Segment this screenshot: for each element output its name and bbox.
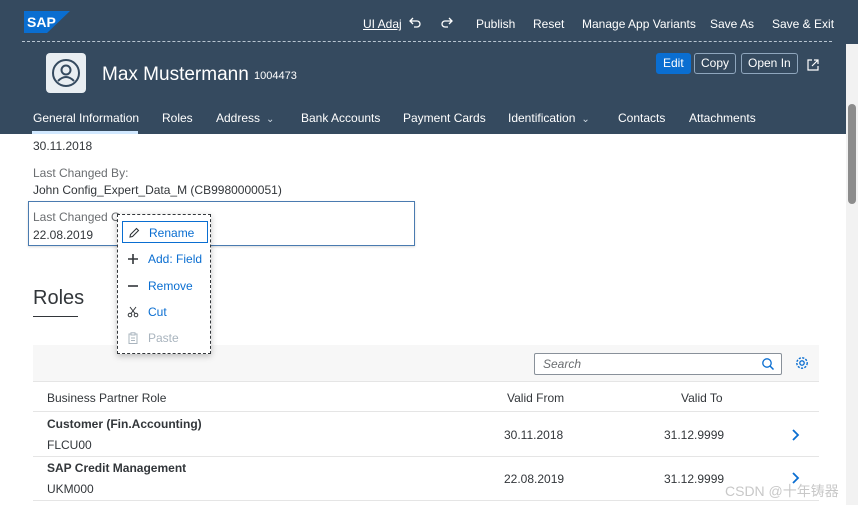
ui-adapt-link[interactable]: UI Adaj <box>363 17 401 31</box>
role-title: SAP Credit Management <box>47 461 187 475</box>
chevron-down-icon: ⌄ <box>266 114 275 125</box>
tab-roles[interactable]: Roles <box>162 111 193 125</box>
manage-app-variants-button[interactable]: Manage App Variants <box>582 17 696 31</box>
section-title-underline <box>33 316 78 317</box>
window-edge <box>858 0 862 505</box>
save-as-button[interactable]: Save As <box>710 17 754 31</box>
tab-label: Payment Cards <box>403 111 486 125</box>
valid-to-cell: 31.12.9999 <box>664 472 725 486</box>
tab-address[interactable]: Address ⌄ <box>216 111 274 125</box>
edit-button[interactable]: Edit <box>656 53 691 74</box>
gear-icon[interactable] <box>794 355 810 371</box>
menu-item-label: Remove <box>148 279 193 293</box>
menu-item-cut[interactable]: Cut <box>122 301 208 323</box>
redo-icon[interactable] <box>440 15 454 29</box>
sap-logo: SAP <box>24 11 70 33</box>
reset-button[interactable]: Reset <box>533 17 564 31</box>
publish-button[interactable]: Publish <box>476 17 515 31</box>
tab-attachments[interactable]: Attachments <box>689 111 756 125</box>
context-menu: Rename Add: Field Remove Cut Paste <box>117 214 211 354</box>
last-changed-on-value: 22.08.2019 <box>33 228 94 242</box>
menu-item-label: Cut <box>148 305 167 319</box>
menu-item-paste[interactable]: Paste <box>122 327 208 349</box>
avatar <box>46 53 86 93</box>
tab-identification[interactable]: Identification ⌄ <box>508 111 590 125</box>
menu-item-add-field[interactable]: Add: Field <box>122 248 208 270</box>
plus-icon <box>128 254 138 264</box>
partner-id: 1004473 <box>254 70 297 82</box>
tab-label: Identification <box>508 111 576 125</box>
last-changed-by-value: John Config_Expert_Data_M (CB9980000051) <box>33 183 282 197</box>
share-icon[interactable] <box>806 58 820 72</box>
role-code: FLCU00 <box>47 438 92 452</box>
last-changed-on-label: Last Changed O <box>33 210 121 224</box>
tab-contacts[interactable]: Contacts <box>618 111 665 125</box>
role-code: UKM000 <box>47 482 94 496</box>
shell-bar: SAP UI Adaj Publish Reset Manage App Var… <box>0 0 862 44</box>
tab-label: Roles <box>162 111 193 125</box>
valid-to-cell: 31.12.9999 <box>664 428 725 442</box>
pencil-icon <box>129 227 140 238</box>
role-title: Customer (Fin.Accounting) <box>47 417 202 431</box>
menu-item-label: Add: Field <box>148 252 203 266</box>
undo-icon[interactable] <box>408 15 422 29</box>
tab-bar: General Information Roles Address ⌄ Bank … <box>0 104 862 134</box>
watermark: CSDN @十年铸器 <box>725 483 839 499</box>
scissors-icon <box>127 306 139 318</box>
minus-icon <box>128 285 138 287</box>
last-changed-by-label: Last Changed By: <box>33 166 129 180</box>
save-and-exit-button[interactable]: Save & Exit <box>772 17 834 31</box>
valid-from-cell: 22.08.2019 <box>504 472 565 486</box>
chevron-down-icon: ⌄ <box>581 114 590 125</box>
svg-text:SAP: SAP <box>27 14 56 30</box>
scrollbar-thumb[interactable] <box>848 104 856 204</box>
column-header-valid-to: Valid To <box>681 391 723 405</box>
open-in-button[interactable]: Open In <box>741 53 798 74</box>
object-header: Max Mustermann 1004473 Edit Copy Open In <box>0 44 862 104</box>
copy-button[interactable]: Copy <box>694 53 737 74</box>
created-on-value: 30.11.2018 <box>33 139 93 153</box>
tab-label: Bank Accounts <box>301 111 381 125</box>
menu-item-remove[interactable]: Remove <box>122 275 208 297</box>
tab-bank-accounts[interactable]: Bank Accounts <box>301 111 380 125</box>
chevron-right-icon[interactable] <box>790 428 802 442</box>
page-title: Max Mustermann <box>102 64 249 85</box>
search-icon[interactable] <box>761 357 775 371</box>
tab-label: Contacts <box>618 111 666 125</box>
tab-label: General Information <box>33 111 140 125</box>
column-header-role: Business Partner Role <box>47 391 167 405</box>
tab-label: Attachments <box>689 111 756 125</box>
adaptation-divider <box>22 41 832 42</box>
valid-from-cell: 30.11.2018 <box>504 428 564 442</box>
search-placeholder: Search <box>543 357 582 371</box>
search-input[interactable]: Search <box>534 353 782 375</box>
menu-item-rename[interactable]: Rename <box>122 221 208 243</box>
menu-item-label: Rename <box>149 226 195 240</box>
tab-general-information[interactable]: General Information <box>33 111 139 125</box>
person-icon <box>52 59 80 87</box>
tab-payment-cards[interactable]: Payment Cards <box>403 111 486 125</box>
column-header-valid-from: Valid From <box>507 391 565 405</box>
tab-label: Address <box>216 111 261 125</box>
paste-icon <box>128 332 138 344</box>
menu-item-label: Paste <box>148 331 179 345</box>
roles-section-title: Roles <box>33 287 85 309</box>
